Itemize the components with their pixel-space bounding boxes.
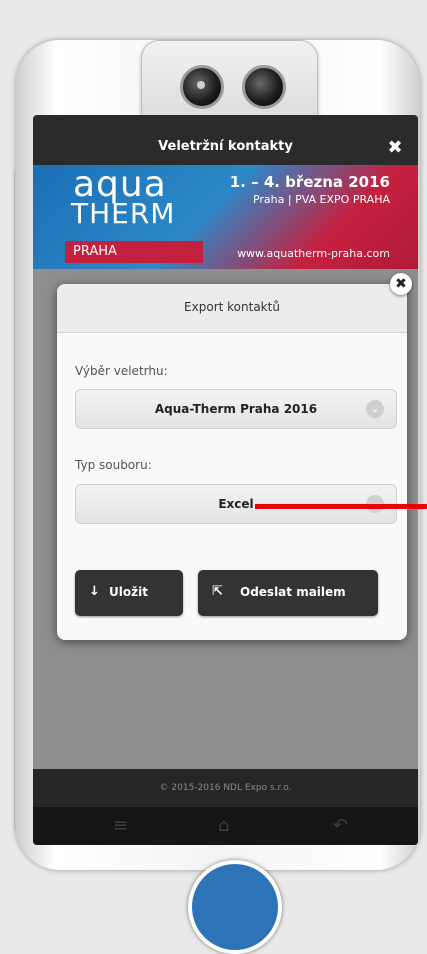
dialog-close-icon[interactable]: ✖ <box>390 273 412 295</box>
dialog-header: Export kontaktů <box>57 284 407 333</box>
send-mail-button[interactable]: ⇱ Odeslat mailem <box>198 570 378 616</box>
android-navbar: ≡ ⌂ ↶ <box>33 807 418 845</box>
banner-city: PRAHA <box>65 241 203 263</box>
save-button[interactable]: ↓ Uložit <box>75 570 183 616</box>
banner-brand-therm: THERM <box>71 197 176 230</box>
banner-dates: 1. – 4. března 2016 <box>229 173 390 191</box>
app-header: Veletržní kontakty ✖ <box>33 133 418 163</box>
share-icon: ⇱ <box>212 584 223 599</box>
home-icon[interactable]: ⌂ <box>218 815 229 836</box>
download-arrow-icon: ↓ <box>89 584 100 599</box>
phone-home-button[interactable] <box>188 860 282 954</box>
camera-lens-icon <box>242 65 286 109</box>
export-dialog: Export kontaktů Výběr veletrhu: Aqua-The… <box>57 284 407 640</box>
file-type-label: Typ souboru: <box>75 458 152 472</box>
camera-lens-icon <box>180 65 224 109</box>
chevron-down-icon: ⌄ <box>366 400 384 418</box>
background-edge-line <box>14 170 15 830</box>
menu-icon[interactable]: ≡ <box>113 815 128 836</box>
app-title: Veletržní kontakty <box>158 139 293 154</box>
footer-copyright: © 2015-2016 NDL Expo s.r.o. <box>33 769 418 807</box>
banner-website: www.aquatherm-praha.com <box>237 247 390 260</box>
dialog-title: Export kontaktů <box>184 300 280 314</box>
banner-venue: Praha | PVA EXPO PRAHA <box>252 193 390 206</box>
fair-select-value: Aqua-Therm Praha 2016 <box>154 402 318 416</box>
save-button-label: Uložit <box>109 585 148 599</box>
send-mail-button-label: Odeslat mailem <box>240 585 346 599</box>
fair-select-label: Výběr veletrhu: <box>75 364 168 378</box>
fair-select[interactable]: Aqua-Therm Praha 2016 ⌄ <box>75 389 397 429</box>
event-banner[interactable]: aqua THERM PRAHA 1. – 4. března 2016 Pra… <box>33 165 418 269</box>
annotation-arrow <box>255 504 427 509</box>
back-icon[interactable]: ↶ <box>333 815 348 836</box>
app-close-icon[interactable]: ✖ <box>384 137 406 159</box>
